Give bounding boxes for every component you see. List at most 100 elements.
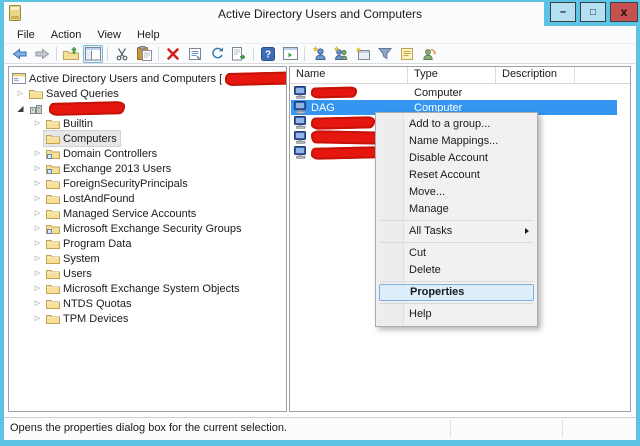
tree-item-tpm-devices[interactable]: ▷TPM Devices — [9, 311, 286, 326]
title-bar[interactable]: Active Directory Users and Computers — [4, 2, 636, 26]
cell-type: Computer — [408, 87, 496, 99]
tree-item-lostandfound[interactable]: ▷ LostAndFound — [9, 191, 286, 206]
menubar-item-file[interactable]: File — [9, 29, 43, 41]
toolbar-display-options-button[interactable] — [397, 45, 417, 63]
context-menu-item-delete[interactable]: Delete — [377, 262, 536, 279]
expand-arrow-icon[interactable]: ▷ — [31, 266, 44, 281]
tree-item-managed-service-accounts[interactable]: ▷ Managed Service Accounts — [9, 206, 286, 221]
tree-item-computers[interactable]: Computers — [9, 131, 286, 146]
toolbar-refresh-button[interactable] — [207, 45, 227, 63]
menubar-item-action[interactable]: Action — [43, 29, 90, 41]
expand-arrow-icon[interactable]: ▷ — [31, 221, 44, 236]
paste-icon — [137, 46, 152, 61]
context-menu-item-add-to-a-group[interactable]: Add to a group... — [377, 116, 536, 133]
cell-name — [290, 86, 408, 99]
context-menu-item-manage[interactable]: Manage — [377, 201, 536, 218]
expand-arrow-icon[interactable]: ▷ — [31, 176, 44, 191]
toolbar-delete-button[interactable] — [163, 45, 183, 63]
tree-item-system[interactable]: ▷System — [9, 251, 286, 266]
expand-arrow-icon[interactable]: ▷ — [31, 116, 44, 131]
expand-arrow-icon[interactable]: ▷ — [31, 146, 44, 161]
expand-arrow-icon[interactable]: ▷ — [31, 236, 44, 251]
toolbar-export-list-button[interactable] — [229, 45, 249, 63]
tree-item-saved-queries[interactable]: ▷ Saved Queries — [9, 86, 286, 101]
menu-separator — [380, 220, 533, 221]
tree-item-exchange-2013-users[interactable]: ▷Exchange 2013 Users — [9, 161, 286, 176]
console-tree-panel: Active Directory Users and Computers [▷S… — [8, 66, 287, 412]
minimize-button[interactable]: – — [550, 2, 576, 22]
expand-arrow-icon[interactable]: ▷ — [31, 296, 44, 311]
context-menu-item-reset-account[interactable]: Reset Account — [377, 167, 536, 184]
context-menu-item-properties[interactable]: Properties — [379, 284, 534, 301]
toolbar-up-one-level-button[interactable] — [61, 45, 81, 63]
menu-separator — [380, 281, 533, 282]
column-header-name[interactable]: Name — [290, 67, 408, 83]
column-header-type[interactable]: Type — [408, 67, 496, 83]
redaction-scribble — [49, 101, 125, 116]
close-button[interactable]: x — [610, 2, 638, 22]
tree-item-active-directory-users-and-computers[interactable]: Active Directory Users and Computers [ — [9, 71, 286, 86]
status-bar: Opens the properties dialog box for the … — [4, 417, 636, 440]
tree-item-foreignsecurityprincipals[interactable]: ▷ForeignSecurityPrincipals — [9, 176, 286, 191]
status-pane-divider — [562, 420, 563, 438]
context-menu-item-move[interactable]: Move... — [377, 184, 536, 201]
expand-arrow-icon[interactable]: ▷ — [14, 86, 27, 101]
column-header-description[interactable]: Description — [496, 67, 575, 83]
toolbar-new-user-button[interactable] — [309, 45, 329, 63]
redaction-scribble — [311, 116, 375, 130]
tree-item-program-data[interactable]: ▷Program Data — [9, 236, 286, 251]
toolbar-filter-button[interactable] — [375, 45, 395, 63]
context-menu-item-name-mappings[interactable]: Name Mappings... — [377, 133, 536, 150]
context-menu-item-all-tasks[interactable]: All Tasks — [377, 223, 536, 240]
tree-item-microsoft-exchange-security-groups[interactable]: ▷Microsoft Exchange Security Groups — [9, 221, 286, 236]
maximize-button[interactable]: □ — [580, 2, 606, 22]
toolbar-properties-button[interactable] — [185, 45, 205, 63]
computer-icon — [293, 116, 308, 129]
tree-node: LostAndFound — [44, 191, 138, 206]
tree-item-users[interactable]: ▷Users — [9, 266, 286, 281]
submenu-arrow-icon — [525, 228, 529, 234]
toolbar-show-tree-button[interactable] — [83, 45, 103, 63]
toolbar-paste-button[interactable] — [134, 45, 154, 63]
tree-item-redacted[interactable]: ◢ — [9, 101, 286, 116]
list-row-redacted[interactable]: Computer — [290, 85, 630, 100]
tree-item-builtin[interactable]: ▷Builtin — [9, 116, 286, 131]
toolbar-separator — [304, 47, 305, 61]
toolbar-find-user-button[interactable] — [419, 45, 439, 63]
expand-arrow-icon[interactable]: ▷ — [31, 251, 44, 266]
context-menu-item-disable-account[interactable]: Disable Account — [377, 150, 536, 167]
tree-item-label: LostAndFound — [63, 193, 135, 205]
toolbar-back-button[interactable] — [10, 45, 30, 63]
collapse-arrow-icon[interactable]: ◢ — [14, 101, 27, 116]
menubar-item-view[interactable]: View — [89, 29, 129, 41]
context-menu-item-help[interactable]: Help — [377, 306, 536, 323]
back-icon — [12, 46, 28, 62]
expand-arrow-icon[interactable]: ▷ — [31, 311, 44, 326]
tree-item-microsoft-exchange-system-objects[interactable]: ▷Microsoft Exchange System Objects — [9, 281, 286, 296]
toolbar-separator — [107, 47, 108, 61]
toolbar-help-button[interactable]: ? — [258, 45, 278, 63]
toolbar-console-window-button[interactable] — [280, 45, 300, 63]
tree-node: Program Data — [44, 236, 134, 251]
expand-arrow-icon[interactable]: ▷ — [31, 191, 44, 206]
tree-node: Saved Queries — [27, 86, 122, 101]
context-menu-item-cut[interactable]: Cut — [377, 245, 536, 262]
tree-item-domain-controllers[interactable]: ▷Domain Controllers — [9, 146, 286, 161]
toolbar-new-org-unit-button[interactable] — [353, 45, 373, 63]
menubar-item-help[interactable]: Help — [129, 29, 168, 41]
menu-item-label: Name Mappings... — [409, 135, 498, 147]
tree-item-ntds-quotas[interactable]: ▷NTDS Quotas — [9, 296, 286, 311]
tree-node: TPM Devices — [44, 311, 131, 326]
folder-icon — [45, 312, 60, 325]
folder-icon — [45, 177, 60, 190]
expand-arrow-icon[interactable]: ▷ — [31, 206, 44, 221]
toolbar-new-group-button[interactable] — [331, 45, 351, 63]
toolbar-separator — [158, 47, 159, 61]
tree-item-label: Managed Service Accounts — [63, 208, 196, 220]
tree-item-label: Saved Queries — [46, 88, 119, 100]
expand-arrow-icon[interactable]: ▷ — [31, 161, 44, 176]
expand-arrow-icon[interactable]: ▷ — [31, 281, 44, 296]
toolbar-forward-button[interactable] — [32, 45, 52, 63]
column-header-filler — [575, 67, 630, 83]
toolbar-cut-button[interactable] — [112, 45, 132, 63]
